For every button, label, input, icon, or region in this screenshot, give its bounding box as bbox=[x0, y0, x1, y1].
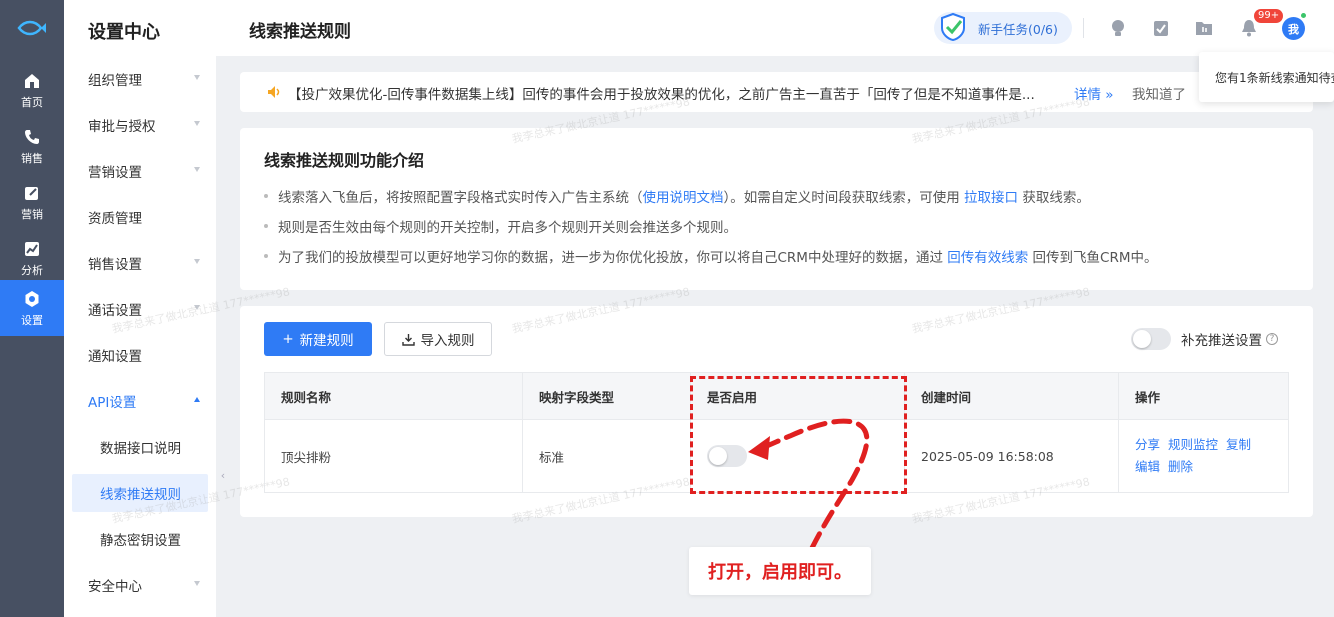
top-header: 线索推送规则 新手任务(0/6) 99+ 我 bbox=[216, 0, 1334, 56]
supplement-push-label: 补充推送设置 bbox=[1181, 333, 1262, 349]
newbie-task-button[interactable]: 新手任务(0/6) bbox=[934, 12, 1072, 44]
annotation-highlight-box bbox=[690, 376, 907, 494]
lead-notification-toast[interactable]: 您有1条新线索通知待查 bbox=[1199, 52, 1334, 102]
edit-link[interactable]: 编辑 bbox=[1135, 456, 1160, 478]
column-header: 映射字段类型 bbox=[523, 373, 691, 419]
mapping-type-cell: 标准 bbox=[523, 420, 691, 492]
created-time-cell: 2025-05-09 16:58:08 bbox=[905, 420, 1119, 492]
chevron-down-icon bbox=[194, 121, 200, 126]
nav-item-sales[interactable]: 销售 bbox=[0, 118, 64, 174]
folder-icon[interactable] bbox=[1194, 18, 1214, 38]
supplement-push-setting: 补充推送设置 ? bbox=[1131, 328, 1278, 350]
fish-logo-icon[interactable] bbox=[0, 0, 64, 56]
gear-icon bbox=[22, 289, 42, 309]
sidebar-item-api[interactable]: API设置 bbox=[64, 378, 216, 424]
annotation-callout: 打开，启用即可。 bbox=[689, 547, 871, 595]
avatar[interactable]: 我 bbox=[1282, 17, 1305, 40]
supplement-push-toggle[interactable] bbox=[1131, 328, 1171, 350]
chevron-down-icon bbox=[194, 259, 200, 264]
column-header: 规则名称 bbox=[265, 373, 523, 419]
speaker-icon bbox=[268, 86, 280, 98]
online-status-dot bbox=[1300, 12, 1307, 19]
usage-doc-link[interactable]: 使用说明文档 bbox=[643, 190, 724, 206]
announcement-dismiss-button[interactable]: 我知道了 bbox=[1132, 83, 1186, 103]
sidebar-item-sales[interactable]: 销售设置 bbox=[64, 240, 216, 286]
column-header: 操作 bbox=[1135, 389, 1161, 405]
share-link[interactable]: 分享 bbox=[1135, 434, 1160, 456]
page-title: 线索推送规则 bbox=[249, 22, 351, 42]
sidebar-collapse-button[interactable]: ‹ bbox=[216, 458, 230, 492]
announcement-bar: 【投广效果优化-回传事件数据集上线】回传的事件会用于投放效果的优化，之前广告主一… bbox=[240, 72, 1313, 112]
announcement-text: 【投广效果优化-回传事件数据集上线】回传的事件会用于投放效果的优化，之前广告主一… bbox=[288, 87, 1035, 103]
rule-name-cell: 顶尖排粉 bbox=[265, 420, 523, 492]
left-nav: 首页 销售 营销 分析 设置 bbox=[0, 0, 64, 617]
home-icon bbox=[22, 71, 42, 91]
chart-icon bbox=[22, 239, 42, 259]
operations-cell: 分享 规则监控 复制 编辑 删除 bbox=[1119, 420, 1288, 492]
intro-line-2: 规则是否生效由每个规则的开关控制，开启多个规则开关则会推送多个规则。 bbox=[264, 216, 737, 236]
sidebar-item-security[interactable]: 安全中心 bbox=[64, 562, 216, 608]
intro-line-1: 线索落入飞鱼后，将按照配置字段格式实时传入广告主系统（使用说明文档）。如需自定义… bbox=[264, 186, 1090, 206]
help-icon[interactable]: ? bbox=[1266, 333, 1278, 345]
chevron-down-icon bbox=[194, 167, 200, 172]
chevron-down-icon bbox=[194, 581, 200, 586]
header-divider bbox=[1083, 18, 1084, 38]
intro-title: 线索推送规则功能介绍 bbox=[264, 151, 425, 170]
nav-item-settings[interactable]: 设置 bbox=[0, 280, 64, 336]
column-header: 创建时间 bbox=[905, 373, 1119, 419]
check-badge-icon bbox=[941, 12, 965, 42]
rule-monitor-link[interactable]: 规则监控 bbox=[1168, 434, 1218, 456]
lightbulb-icon[interactable] bbox=[1108, 18, 1128, 38]
return-valid-leads-link[interactable]: 回传有效线索 bbox=[947, 250, 1028, 266]
task-check-icon[interactable] bbox=[1151, 18, 1171, 38]
plus-icon: + bbox=[282, 331, 294, 347]
sidebar-item-notification[interactable]: 通知设置 bbox=[64, 332, 216, 378]
sidebar-title: 设置中心 bbox=[88, 22, 160, 43]
delete-link[interactable]: 删除 bbox=[1168, 456, 1193, 478]
chevron-up-icon bbox=[194, 397, 200, 402]
edit-icon bbox=[22, 183, 42, 203]
sidebar-item-marketing[interactable]: 营销设置 bbox=[64, 148, 216, 194]
nav-item-marketing[interactable]: 营销 bbox=[0, 174, 64, 230]
sidebar-item-qualification[interactable]: 资质管理 bbox=[64, 194, 216, 240]
sidebar-subitem-data-api[interactable]: 数据接口说明 bbox=[72, 428, 208, 466]
sidebar-subitem-lead-push-rules[interactable]: 线索推送规则 bbox=[72, 474, 208, 512]
intro-card: 线索推送规则功能介绍 线索落入飞鱼后，将按照配置字段格式实时传入广告主系统（使用… bbox=[240, 128, 1313, 290]
settings-sidebar: 设置中心 组织管理 审批与授权 营销设置 资质管理 销售设置 通话设置 通知设置… bbox=[64, 0, 216, 617]
intro-line-3: 为了我们的投放模型可以更好地学习你的数据，进一步为你优化投放，你可以将自己CRM… bbox=[264, 246, 1158, 266]
chevron-down-icon bbox=[194, 305, 200, 310]
nav-item-analysis[interactable]: 分析 bbox=[0, 230, 64, 286]
sidebar-item-org[interactable]: 组织管理 bbox=[64, 56, 216, 102]
import-rule-button[interactable]: 导入规则 bbox=[384, 322, 492, 356]
notification-count-badge: 99+ bbox=[1254, 9, 1284, 23]
phone-icon bbox=[22, 127, 42, 147]
sidebar-item-approval[interactable]: 审批与授权 bbox=[64, 102, 216, 148]
announcement-details-link[interactable]: 详情 » bbox=[1074, 83, 1114, 103]
import-icon bbox=[401, 333, 415, 346]
chevron-down-icon bbox=[194, 75, 200, 80]
copy-link[interactable]: 复制 bbox=[1226, 434, 1251, 456]
sidebar-subitem-static-key[interactable]: 静态密钥设置 bbox=[72, 520, 208, 558]
new-rule-button[interactable]: + 新建规则 bbox=[264, 322, 372, 356]
nav-item-home[interactable]: 首页 bbox=[0, 62, 64, 118]
pull-api-link[interactable]: 拉取接口 bbox=[964, 190, 1018, 206]
sidebar-item-call[interactable]: 通话设置 bbox=[64, 286, 216, 332]
